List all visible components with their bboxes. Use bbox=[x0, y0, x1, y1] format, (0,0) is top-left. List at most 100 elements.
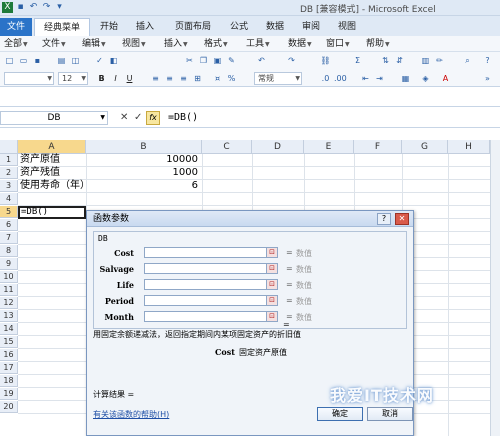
range-select-icon[interactable]: ⊡ bbox=[266, 311, 278, 322]
column-header-c[interactable]: C bbox=[202, 140, 252, 154]
menu-window[interactable]: 窗口▼ bbox=[326, 38, 350, 51]
row-header-16[interactable]: 16 bbox=[0, 349, 18, 361]
row-header-18[interactable]: 18 bbox=[0, 375, 18, 387]
cancel-button[interactable]: 取消 bbox=[367, 407, 413, 421]
menu-file[interactable]: 文件▼ bbox=[42, 38, 66, 51]
cell-b3[interactable]: 6 bbox=[86, 180, 198, 192]
percent-icon[interactable]: % bbox=[226, 73, 237, 84]
bold-icon[interactable]: B bbox=[96, 73, 107, 84]
save-icon[interactable]: ▪ bbox=[32, 55, 43, 66]
period-input[interactable] bbox=[144, 295, 272, 306]
chart-icon[interactable]: ▥ bbox=[420, 55, 431, 66]
cell-a1[interactable]: 资产原值 bbox=[20, 154, 60, 166]
function-help-link[interactable]: 有关该函数的帮助(H) bbox=[93, 409, 169, 420]
row-header-1[interactable]: 1 bbox=[0, 154, 18, 166]
menu-view[interactable]: 视图▼ bbox=[122, 38, 146, 51]
tab-page-layout[interactable]: 页面布局 bbox=[168, 18, 218, 36]
range-select-icon[interactable]: ⊡ bbox=[266, 295, 278, 306]
row-header-13[interactable]: 13 bbox=[0, 310, 18, 322]
row-header-9[interactable]: 9 bbox=[0, 258, 18, 270]
menu-all[interactable]: 全部▼ bbox=[4, 38, 28, 51]
row-header-17[interactable]: 17 bbox=[0, 362, 18, 374]
new-file-icon[interactable]: □ bbox=[4, 55, 15, 66]
column-header-d[interactable]: D bbox=[252, 140, 304, 154]
help-icon[interactable]: ? bbox=[377, 213, 391, 225]
tab-data[interactable]: 数据 bbox=[260, 18, 290, 36]
save-icon[interactable]: ▪ bbox=[15, 2, 26, 13]
cell-b2[interactable]: 1000 bbox=[86, 167, 198, 179]
menu-format[interactable]: 格式▼ bbox=[204, 38, 228, 51]
align-center-icon[interactable]: ≡ bbox=[164, 73, 175, 84]
undo-icon[interactable]: ↶ bbox=[28, 2, 39, 13]
sort-ascending-icon[interactable]: ⇅ bbox=[380, 55, 391, 66]
print-preview-icon[interactable]: ◫ bbox=[70, 55, 81, 66]
currency-icon[interactable]: ¤ bbox=[212, 73, 223, 84]
copy-icon[interactable]: ❐ bbox=[198, 55, 209, 66]
life-input[interactable] bbox=[144, 279, 272, 290]
row-header-14[interactable]: 14 bbox=[0, 323, 18, 335]
name-box[interactable]: DB ▼ bbox=[0, 111, 108, 125]
tab-view[interactable]: 视图 bbox=[332, 18, 362, 36]
help-icon[interactable]: ? bbox=[482, 55, 493, 66]
column-header-e[interactable]: E bbox=[304, 140, 354, 154]
cell-b1[interactable]: 10000 bbox=[86, 154, 198, 166]
tab-file[interactable]: 文件 bbox=[0, 18, 32, 36]
format-painter-icon[interactable]: ✎ bbox=[226, 55, 237, 66]
customize-icon[interactable]: ▾ bbox=[54, 2, 65, 13]
open-folder-icon[interactable]: ▭ bbox=[18, 55, 29, 66]
decrease-decimal-icon[interactable]: .00 bbox=[334, 73, 347, 84]
tab-home[interactable]: 开始 bbox=[94, 18, 124, 36]
cut-icon[interactable]: ✂ bbox=[184, 55, 195, 66]
redo-icon[interactable]: ↷ bbox=[41, 2, 52, 13]
menu-insert[interactable]: 插入▼ bbox=[164, 38, 188, 51]
drawing-icon[interactable]: ✏ bbox=[434, 55, 445, 66]
tab-formulas[interactable]: 公式 bbox=[224, 18, 254, 36]
research-icon[interactable]: ◧ bbox=[108, 55, 119, 66]
tab-review[interactable]: 审阅 bbox=[296, 18, 326, 36]
row-header-2[interactable]: 2 bbox=[0, 167, 18, 179]
row-header-11[interactable]: 11 bbox=[0, 284, 18, 296]
ok-button[interactable]: 确定 bbox=[317, 407, 363, 421]
range-select-icon[interactable]: ⊡ bbox=[266, 247, 278, 258]
row-header-15[interactable]: 15 bbox=[0, 336, 18, 348]
more-icon[interactable]: » bbox=[482, 73, 493, 84]
row-header-10[interactable]: 10 bbox=[0, 271, 18, 283]
salvage-input[interactable] bbox=[144, 263, 272, 274]
column-header-g[interactable]: G bbox=[402, 140, 448, 154]
row-header-12[interactable]: 12 bbox=[0, 297, 18, 309]
insert-function-icon[interactable]: fx bbox=[146, 111, 160, 125]
close-icon[interactable]: ✕ bbox=[395, 213, 409, 225]
cell-a5[interactable]: =DB() bbox=[21, 206, 48, 218]
vertical-scrollbar[interactable] bbox=[490, 140, 500, 436]
merge-center-icon[interactable]: ⊞ bbox=[192, 73, 203, 84]
menu-data[interactable]: 数据▼ bbox=[288, 38, 312, 51]
fill-color-icon[interactable]: ◈ bbox=[420, 73, 431, 84]
row-header-6[interactable]: 6 bbox=[0, 219, 18, 231]
column-header-f[interactable]: F bbox=[354, 140, 402, 154]
increase-decimal-icon[interactable]: .0 bbox=[320, 73, 331, 84]
menu-tools[interactable]: 工具▼ bbox=[246, 38, 270, 51]
confirm-icon[interactable]: ✓ bbox=[134, 112, 142, 124]
tab-insert[interactable]: 插入 bbox=[130, 18, 160, 36]
borders-icon[interactable]: ▦ bbox=[400, 73, 411, 84]
menu-help[interactable]: 帮助▼ bbox=[366, 38, 390, 51]
month-input[interactable] bbox=[144, 311, 272, 322]
row-header-4[interactable]: 4 bbox=[0, 193, 18, 205]
tab-classic-menu[interactable]: 经典菜单 bbox=[34, 18, 90, 36]
number-format-combo[interactable]: 常规 ▼ bbox=[254, 72, 302, 85]
font-color-icon[interactable]: A bbox=[440, 73, 451, 84]
align-left-icon[interactable]: ≡ bbox=[150, 73, 161, 84]
row-header-5[interactable]: 5 bbox=[0, 206, 18, 218]
underline-icon[interactable]: U bbox=[124, 73, 135, 84]
cell-a2[interactable]: 资产残值 bbox=[20, 167, 60, 179]
spellcheck-icon[interactable]: ✓ bbox=[94, 55, 105, 66]
column-header-h[interactable]: H bbox=[448, 140, 490, 154]
increase-indent-icon[interactable]: ⇥ bbox=[374, 73, 385, 84]
undo-icon[interactable]: ↶ bbox=[256, 55, 267, 66]
row-header-20[interactable]: 20 bbox=[0, 401, 18, 413]
column-header-b[interactable]: B bbox=[86, 140, 202, 154]
align-right-icon[interactable]: ≡ bbox=[178, 73, 189, 84]
row-header-7[interactable]: 7 bbox=[0, 232, 18, 244]
range-select-icon[interactable]: ⊡ bbox=[266, 279, 278, 290]
formula-input[interactable]: =DB() bbox=[168, 112, 198, 124]
